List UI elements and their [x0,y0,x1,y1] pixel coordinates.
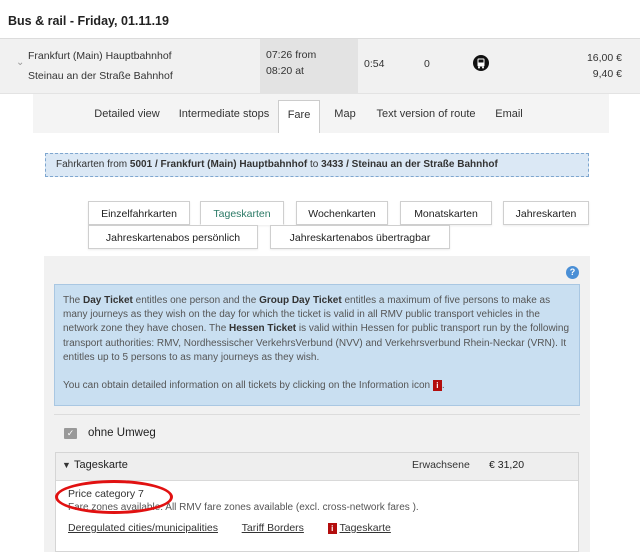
umweg-label: ohne Umweg [88,427,156,439]
price-full: 16,00 € [586,52,622,64]
detail-tabs: Detailed view Intermediate stops Fare Ma… [33,100,609,134]
fare-links: Deregulated cities/municipalities Tariff… [68,522,391,534]
route-prefix: Fahrkarten [56,159,105,170]
info-text: The Day Ticket entitles one person and t… [63,295,570,363]
from-station: Frankfurt (Main) Hauptbahnhof [28,50,172,62]
ticket-name: Tageskarte [74,459,128,471]
fare-tab-tageskarten[interactable]: Tageskarten [200,201,284,225]
passenger-category: Erwachsene [412,459,470,471]
information-icon[interactable]: i [327,522,337,534]
route-to-text: to [309,159,319,170]
ticket-price: € 31,20 [489,459,525,471]
route-bar: Fahrkarten from 5001 / Frankfurt (Main) … [45,153,589,177]
tab-email[interactable]: Email [491,100,527,128]
fare-tab-wochenkarten[interactable]: Wochenkarten [296,201,388,225]
route-from: 5001 / Frankfurt (Main) Hauptbahnhof [129,159,308,170]
tariff-borders-link[interactable]: Tariff Borders [242,522,304,534]
tab-fare[interactable]: Fare [278,100,320,134]
information-icon[interactable]: i [432,379,442,391]
tab-intermediate-stops[interactable]: Intermediate stops [175,100,273,128]
fare-tab-abos-uebertragbar[interactable]: Jahreskartenabos übertragbar [270,225,450,249]
deregulated-link[interactable]: Deregulated cities/municipalities [68,522,218,534]
to-station: Steinau an der Straße Bahnhof [28,70,173,82]
tab-detailed-view[interactable]: Detailed view [89,100,165,128]
page-title: Bus & rail - Friday, 01.11.19 [8,14,169,28]
ticket-info-box: The Day Ticket entitles one person and t… [54,284,580,406]
connection-times: 07:26 from 08:20 at [260,39,358,93]
highlight-oval [55,480,173,514]
departure-time: 07:26 from [266,49,317,61]
tab-map[interactable]: Map [328,100,362,128]
fare-tab-abos-persoenlich[interactable]: Jahreskartenabos persönlich [88,225,258,249]
umweg-checkbox[interactable]: ✓ [64,428,77,439]
chevron-down-icon[interactable]: ▼ [62,460,71,470]
route-to: 3433 / Steinau an der Straße Bahnhof [321,159,498,170]
header-bar: Bus & rail - Friday, 01.11.19 [0,0,640,39]
connection-prices: 16,00 € 9,40 € [587,50,622,82]
info-note: You can obtain detailed information on a… [63,379,445,392]
fare-tab-jahreskarten[interactable]: Jahreskarten [503,201,589,225]
price-reduced: 9,40 € [592,68,622,80]
fare-tab-einzelfahrkarten[interactable]: Einzelfahrkarten [88,201,190,225]
fare-tab-monatskarten[interactable]: Monatskarten [400,201,492,225]
changes-count: 0 [424,58,430,70]
route-from-text: from [107,159,128,170]
connection-row[interactable]: ⌄ Frankfurt (Main) Hauptbahnhof Steinau … [0,39,640,94]
arrival-time: 08:20 at [266,65,304,77]
chevron-down-icon[interactable]: ⌄ [16,57,24,68]
duration: 0:54 [364,58,385,70]
help-icon[interactable]: ? [566,266,579,279]
bus-icon [473,55,489,71]
divider [54,414,580,415]
tageskarte-link[interactable]: Tageskarte [339,522,390,534]
connection-stations: Frankfurt (Main) Hauptbahnhof Steinau an… [28,46,173,86]
fare-card-header[interactable]: ▼ Tageskarte Erwachsene € 31,20 [56,453,578,481]
tab-text-version[interactable]: Text version of route [373,100,479,128]
